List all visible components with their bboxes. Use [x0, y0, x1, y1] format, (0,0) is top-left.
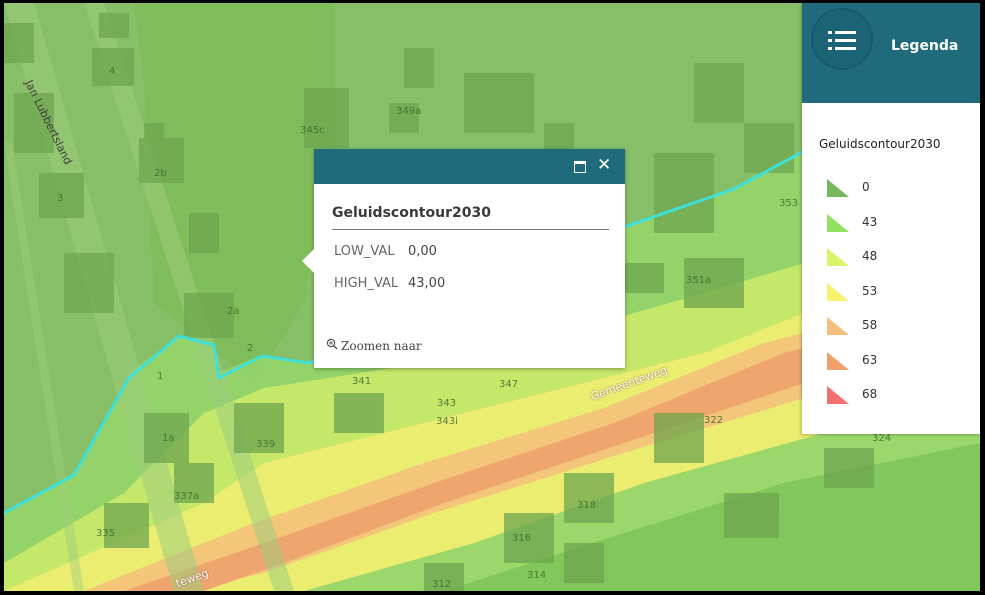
house-number: 337a [174, 491, 200, 502]
house-number: 312 [432, 579, 452, 590]
house-number: 351a [686, 275, 712, 286]
legend-item-label: 63 [862, 352, 878, 367]
legend-swatch [827, 351, 849, 370]
house-number: 2a [227, 306, 240, 317]
house-number: 347 [499, 379, 519, 390]
legend-item-label: 68 [862, 387, 878, 401]
legend-swatch [827, 248, 849, 266]
legend-title: Legenda [891, 38, 959, 54]
popup-title: Geluidscontour2030 [332, 205, 491, 221]
legend-item-label: 58 [862, 318, 878, 332]
legend-item-label: 53 [862, 283, 878, 298]
attribute-value: 0,00 [408, 244, 437, 259]
house-number: 316 [512, 533, 532, 544]
attribute-value: 43,00 [408, 276, 446, 291]
attribute-row: LOW_VAL 0,00 [334, 244, 437, 259]
attribute-key: LOW_VAL [334, 244, 395, 259]
legend-swatch [827, 179, 849, 197]
feature-popup: ✕ Geluidscontour2030 LOW_VAL 0,00 HIGH_VA… [302, 149, 625, 368]
map-view[interactable]: Jan Lubbertsland Gemeenteweg teweg 4 2b … [4, 3, 980, 591]
house-number: 1a [162, 433, 175, 444]
zoom-in-icon [326, 338, 338, 350]
house-number: 343 [437, 398, 457, 409]
house-number: 343i [436, 416, 458, 427]
legend-item-label: 48 [862, 249, 878, 263]
legend-swatch [827, 317, 849, 335]
legend-swatch [827, 282, 849, 301]
zoom-to-link[interactable]: Zoomen naar [326, 338, 422, 353]
zoom-to-label: Zoomen naar [341, 339, 422, 353]
house-number: 339 [256, 439, 276, 450]
maximize-icon[interactable] [573, 159, 587, 173]
house-number: 349a [396, 106, 422, 117]
close-icon[interactable]: ✕ [597, 157, 611, 174]
legend-swatch [827, 386, 849, 404]
house-number: 318 [577, 500, 597, 511]
legend-header: Legenda [802, 3, 980, 103]
house-number: 2 [247, 343, 254, 354]
house-number: 324 [872, 433, 892, 444]
house-number: 314 [527, 570, 547, 581]
house-number: 322 [704, 415, 724, 426]
house-number: 3 [57, 193, 64, 204]
house-number: 353 [779, 198, 799, 209]
legend-item-label: 0 [862, 180, 870, 194]
legend-panel: Legenda Geluidscontour2030 0 43 48 53 58 63 68 [802, 3, 980, 434]
attribute-row: HIGH_VAL 43,00 [334, 276, 445, 291]
popup-pointer [302, 249, 314, 273]
attribute-key: HIGH_VAL [334, 276, 399, 291]
house-number: 345c [300, 125, 325, 136]
house-number: 4 [109, 66, 116, 77]
house-number: 2b [154, 168, 167, 179]
house-number: 341 [352, 376, 372, 387]
list-icon[interactable] [811, 8, 873, 70]
divider [332, 229, 609, 230]
house-number: 335 [96, 528, 116, 539]
legend-layer-name: Geluidscontour2030 [819, 137, 941, 151]
popup-header: ✕ [314, 149, 625, 184]
legend-item-label: 43 [862, 214, 878, 229]
legend-swatch [827, 213, 849, 232]
house-number: 1 [157, 371, 164, 382]
